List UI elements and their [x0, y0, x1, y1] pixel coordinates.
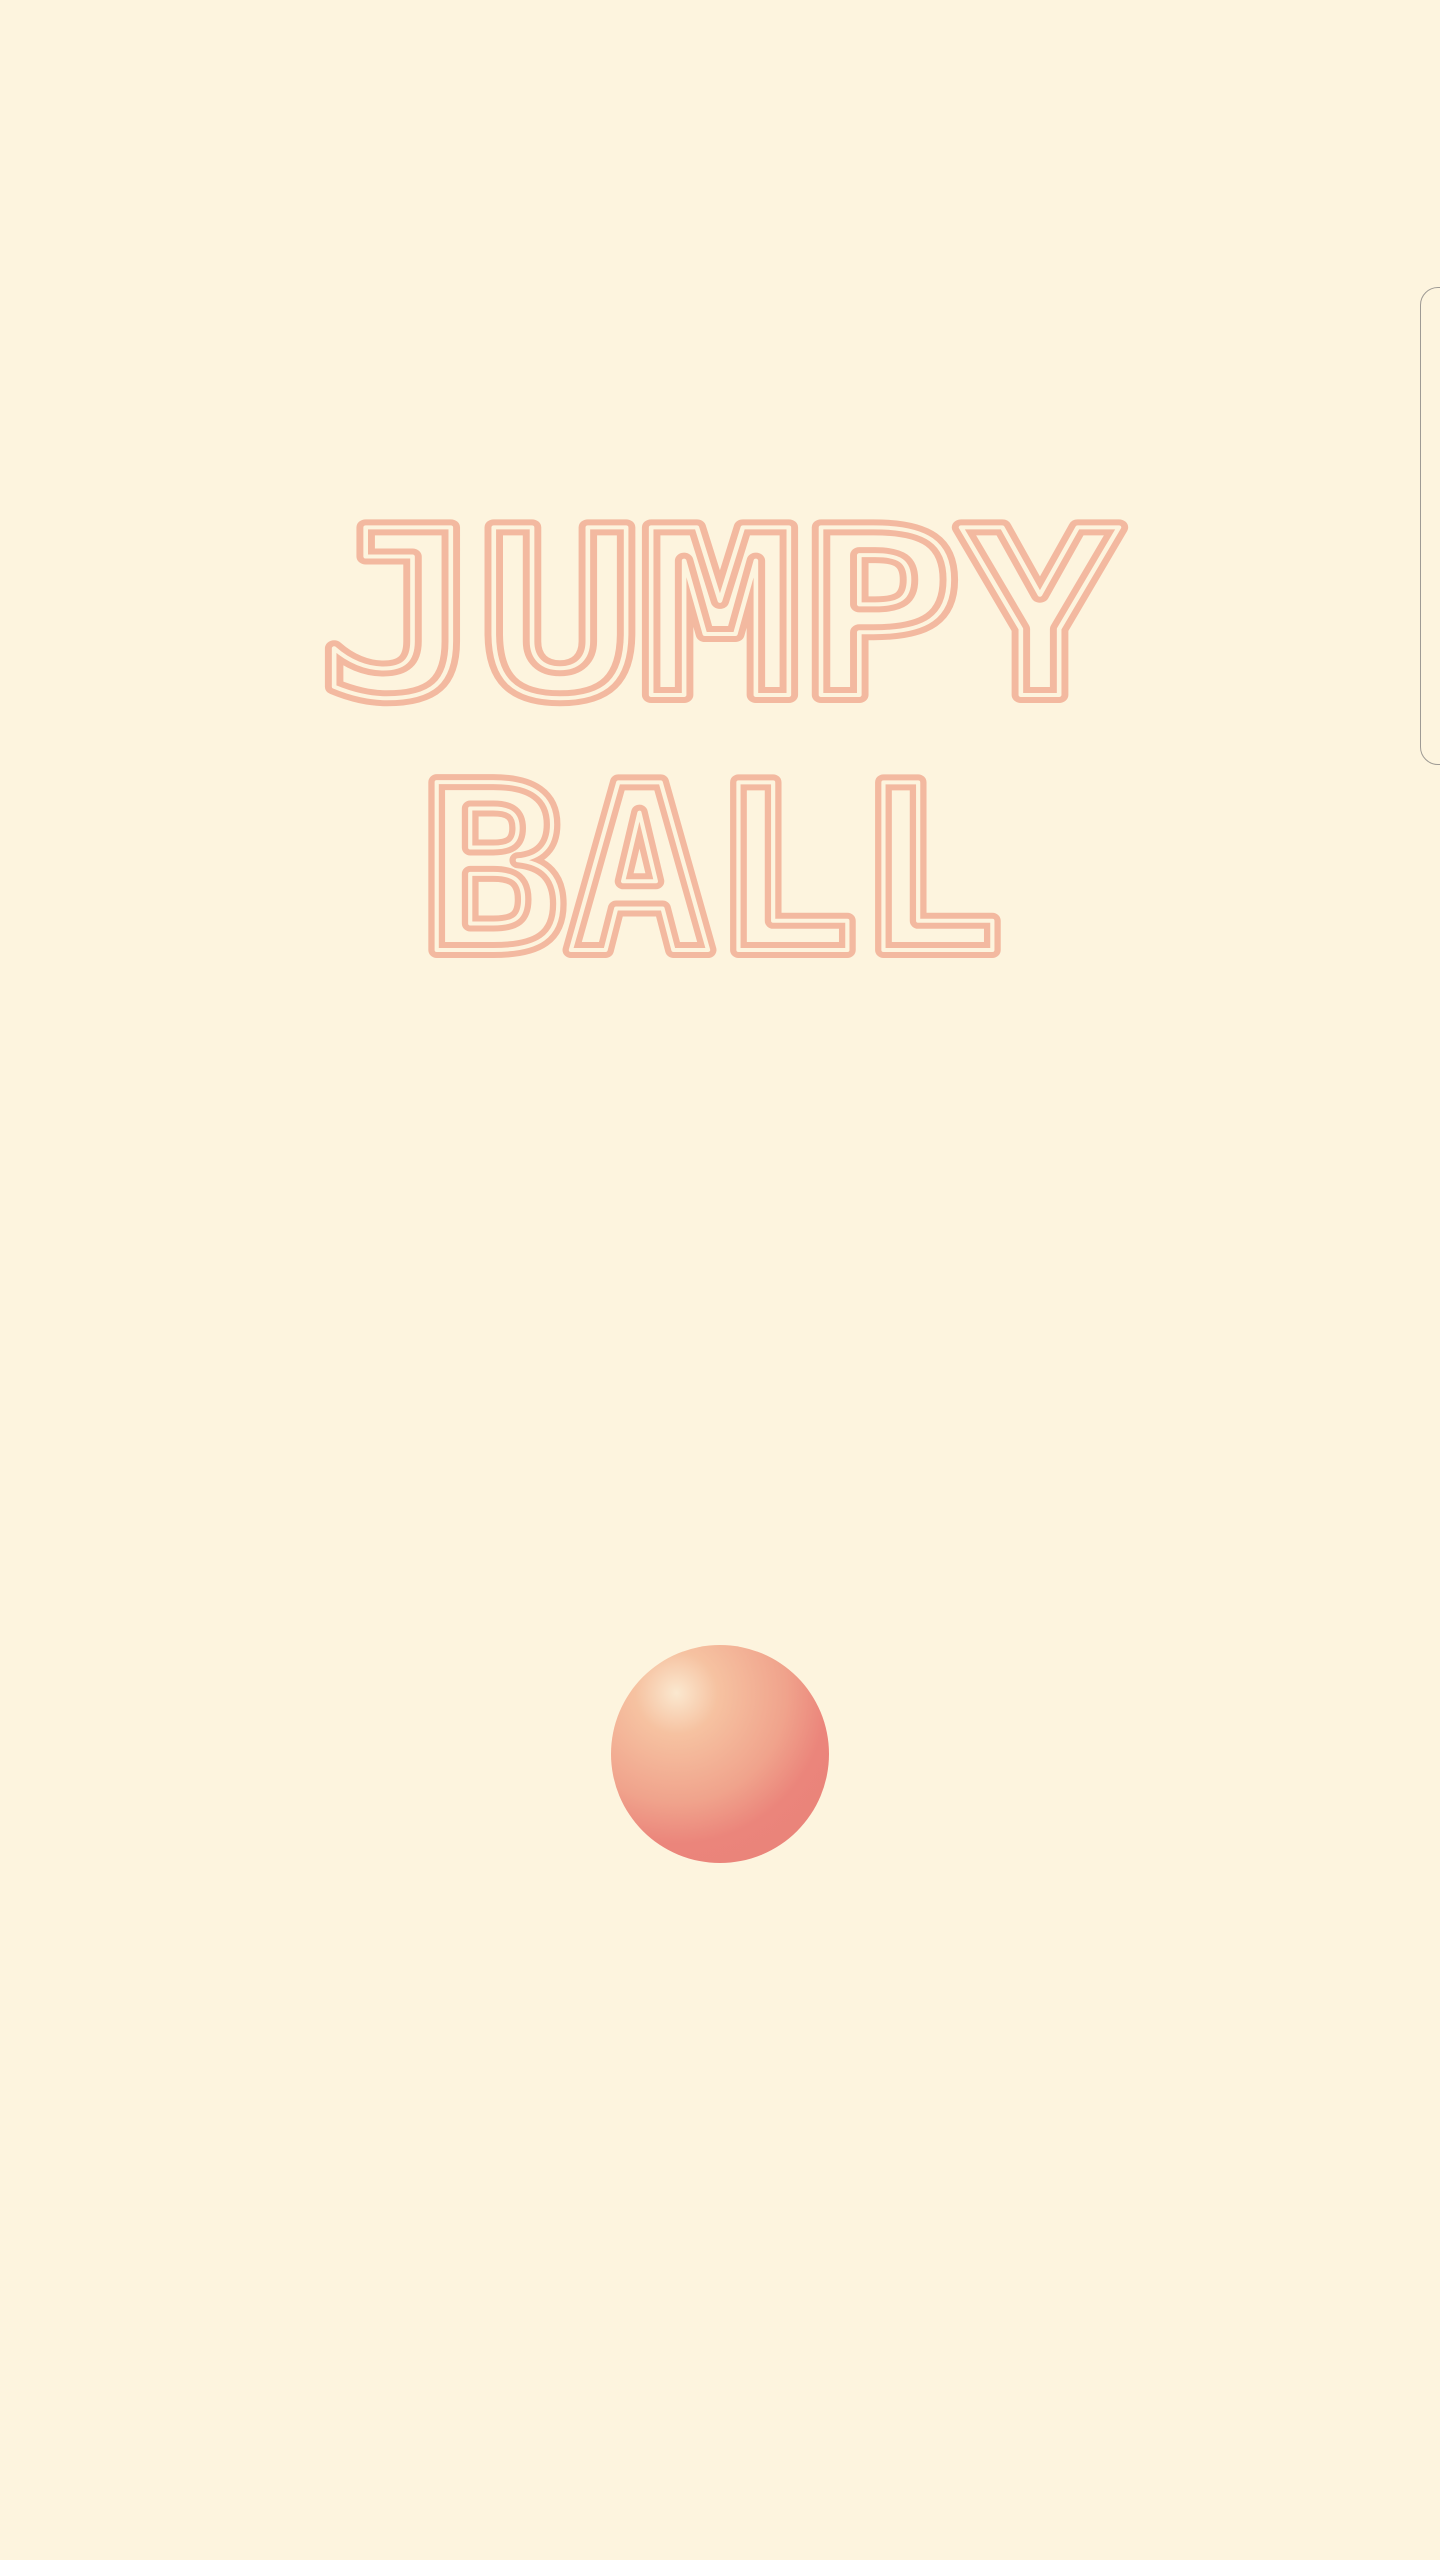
- game-screen[interactable]: JUMPY JUMPY BALL BALL: [0, 0, 1440, 2560]
- title-line-jumpy-inner: JUMPY: [320, 483, 1120, 750]
- side-panel-edge[interactable]: [1420, 287, 1440, 765]
- ball-icon[interactable]: [611, 1645, 829, 1863]
- title-line-ball-inner: BALL: [422, 738, 1002, 980]
- game-title-logo: JUMPY JUMPY BALL BALL: [312, 480, 1128, 980]
